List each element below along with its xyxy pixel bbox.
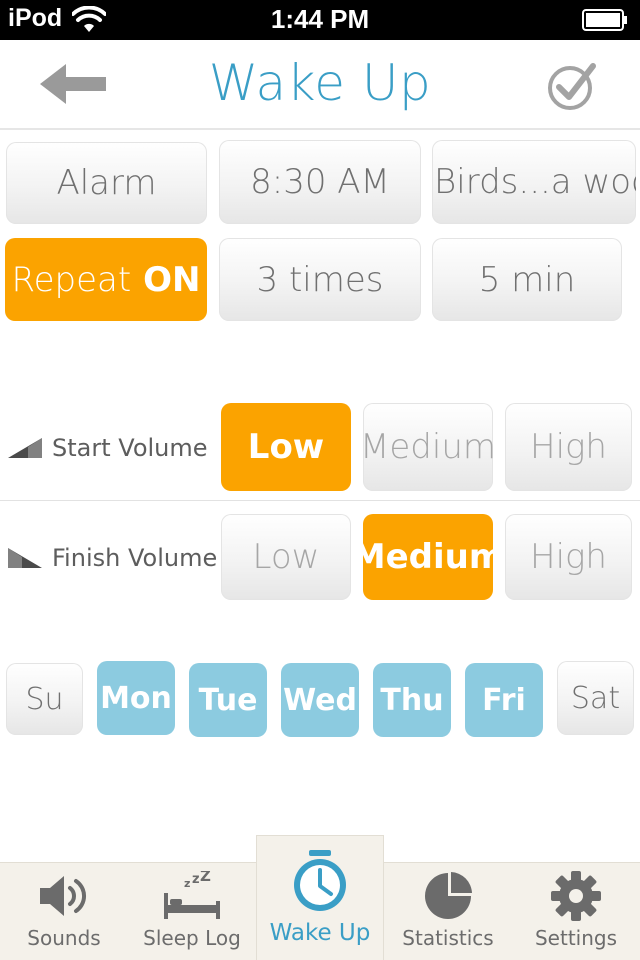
start-volume-low-label: Low	[247, 427, 325, 467]
day-toggle-friday[interactable]: Fri	[465, 663, 543, 737]
alarm-time-value: 8:30 AM	[250, 162, 390, 202]
day-toggle-thursday[interactable]: Thu	[373, 663, 451, 737]
day-toggle-monday[interactable]: Mon	[97, 661, 175, 735]
gear-icon	[551, 871, 601, 921]
day-toggle-sunday[interactable]: Su	[6, 663, 83, 735]
day-toggle-wednesday[interactable]: Wed	[281, 663, 359, 737]
repeat-toggle-button[interactable]: Repeat ON	[5, 238, 207, 321]
finish-volume-low-button[interactable]: Low	[221, 514, 351, 600]
speaker-icon	[40, 876, 86, 916]
status-bar: iPod 1:44 PM	[0, 0, 640, 40]
back-arrow-icon[interactable]	[40, 62, 108, 106]
done-checkmark-icon[interactable]	[546, 60, 598, 112]
alarm-sound-value: Birds...a wood	[434, 162, 636, 202]
start-volume-medium-button[interactable]: Medium	[363, 403, 493, 491]
tab-settings[interactable]: Settings	[512, 862, 640, 960]
finish-volume-high-label: High	[530, 537, 607, 577]
day-label: Thu	[380, 682, 444, 718]
day-label: Tue	[198, 682, 258, 718]
pie-chart-icon	[425, 872, 472, 919]
finish-volume-label-group: Finish Volume	[8, 538, 217, 578]
alarm-button[interactable]: Alarm	[6, 142, 207, 224]
volume-falling-icon	[8, 548, 42, 568]
clock-icon	[294, 850, 346, 911]
tab-label: Statistics	[402, 926, 494, 950]
svg-text:Z: Z	[200, 871, 211, 885]
repeat-state: ON	[143, 259, 201, 300]
day-label: Mon	[100, 680, 172, 716]
day-label: Sat	[570, 680, 621, 716]
start-volume-label: Start Volume	[52, 434, 208, 462]
day-label: Fri	[482, 682, 526, 718]
alarm-time-button[interactable]: 8:30 AM	[219, 140, 421, 224]
finish-volume-medium-label: Medium	[363, 537, 493, 577]
alarm-label: Alarm	[56, 163, 157, 203]
alarm-sound-button[interactable]: Birds...a wood	[432, 140, 636, 224]
finish-volume-label: Finish Volume	[52, 544, 218, 572]
finish-volume-medium-button[interactable]: Medium	[363, 514, 493, 600]
volume-rising-icon	[8, 438, 42, 458]
day-toggle-tuesday[interactable]: Tue	[189, 663, 267, 737]
tab-label: Sleep Log	[143, 926, 241, 950]
repeat-interval-button[interactable]: 5 min	[432, 238, 622, 321]
tab-label: Settings	[534, 926, 618, 950]
repeat-interval-value: 5 min	[478, 259, 576, 300]
tab-sounds[interactable]: Sounds	[0, 862, 128, 960]
start-volume-low-button[interactable]: Low	[221, 403, 351, 491]
tab-label: Wake Up	[269, 920, 371, 946]
battery-icon	[582, 9, 627, 31]
day-label: Wed	[283, 682, 357, 718]
day-toggle-saturday[interactable]: Sat	[557, 661, 634, 735]
bed-icon: z z Z	[164, 871, 220, 919]
tab-label: Sounds	[27, 926, 101, 950]
start-volume-label-group: Start Volume	[8, 428, 208, 468]
repeat-label: Repeat	[11, 259, 132, 300]
svg-text:z: z	[192, 872, 200, 887]
repeat-times-value: 3 times	[256, 259, 384, 300]
start-volume-high-label: High	[530, 427, 607, 467]
clock-time: 1:44 PM	[270, 4, 370, 34]
start-volume-high-button[interactable]: High	[505, 403, 632, 491]
finish-volume-low-label: Low	[252, 537, 320, 577]
start-volume-medium-label: Medium	[363, 427, 493, 467]
tab-sleep-log[interactable]: z z Z Sleep Log	[128, 862, 256, 960]
tab-wake-up[interactable]: Wake Up	[256, 840, 384, 960]
nav-bar: Wake Up	[0, 40, 640, 130]
finish-volume-high-button[interactable]: High	[505, 514, 632, 600]
tab-statistics[interactable]: Statistics	[384, 862, 512, 960]
repeat-times-button[interactable]: 3 times	[219, 238, 421, 321]
day-label: Su	[25, 681, 64, 717]
svg-text:z: z	[184, 877, 190, 890]
volume-divider	[0, 500, 640, 501]
